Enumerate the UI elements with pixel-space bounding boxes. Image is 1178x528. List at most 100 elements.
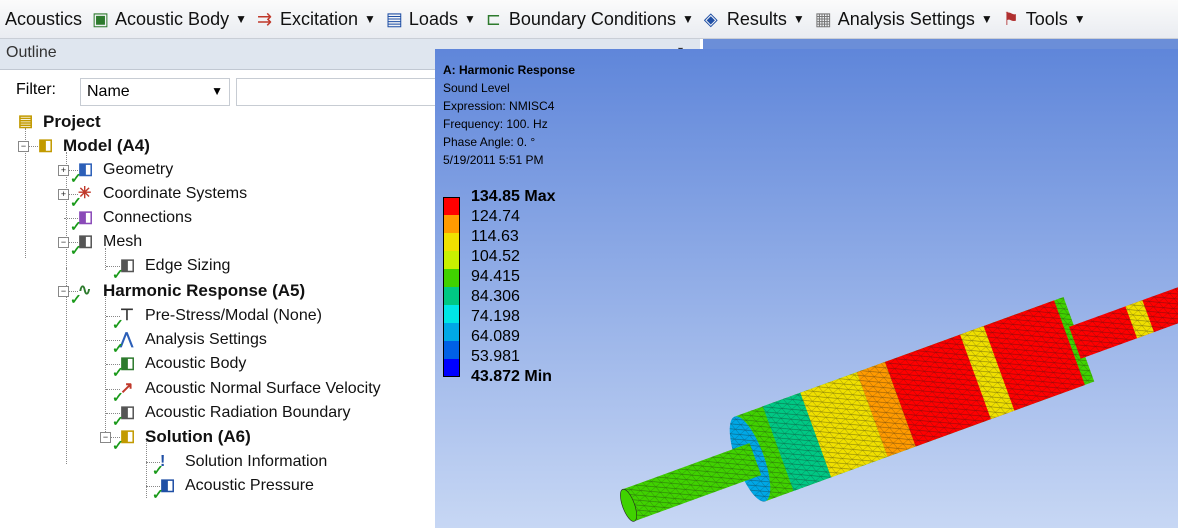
toolbar-analysis-settings-button[interactable]: ▦ Analysis Settings ▼ <box>810 4 998 34</box>
toolbar-label: Results <box>726 8 787 29</box>
tree-node[interactable]: ◧ ✓ Acoustic Body <box>112 352 247 380</box>
solution-information-icon: ! ✓ <box>152 453 166 478</box>
toolbar-boundary-conditions-button[interactable]: ⊏ Boundary Conditions ▼ <box>481 4 699 34</box>
tree-node[interactable]: ◧ ✓ Acoustic Radiation Boundary <box>112 401 351 429</box>
results-icon: ◈ <box>703 9 718 29</box>
filter-select[interactable]: Name ▼ <box>80 78 230 106</box>
toolbar-label: Excitation <box>279 8 359 29</box>
chevron-down-icon: ▼ <box>463 12 476 26</box>
acoustic-mesh-model[interactable] <box>435 49 1178 528</box>
tree-node-label: Solution (A6) <box>145 427 251 446</box>
tree-node[interactable]: ▤ Project <box>18 110 101 134</box>
toolbar-label: Analysis Settings <box>837 8 975 29</box>
filter-row: Filter: Name ▼ <box>8 75 442 109</box>
harmonic-response-icon: ∿ ✓ <box>70 282 92 307</box>
check-icon: ✓ <box>70 291 82 307</box>
tree-node[interactable]: ∿ ✓ Harmonic Response (A5) <box>70 279 306 307</box>
tree-node-label: Model (A4) <box>63 136 150 155</box>
filter-search-input[interactable] <box>236 78 442 106</box>
toolbar-label: Boundary Conditions <box>508 8 676 29</box>
tree-node[interactable]: ⊤ ✓ Pre-Stress/Modal (None) <box>112 304 322 332</box>
tree-node[interactable]: ◧ ✓ Acoustic Pressure <box>152 474 314 502</box>
analysis-settings-icon: ▦ <box>814 9 832 29</box>
toolbar: Acoustics ▣ Acoustic Body ▼ ⇉ Excitation ▼ ▤ Loa… <box>0 0 1178 39</box>
radiation-boundary-icon: ◧ ✓ <box>112 404 136 429</box>
tree-node-label: Pre-Stress/Modal (None) <box>145 307 322 324</box>
surface-velocity-icon: ↗ ✓ <box>112 380 134 405</box>
chevron-down-icon: ▼ <box>792 12 805 26</box>
model-icon: ◧ <box>38 137 54 154</box>
mesh-icon: ◧ ✓ <box>70 233 94 258</box>
boundary-conditions-icon: ⊏ <box>485 9 501 29</box>
tree-node[interactable]: ! ✓ Solution Information <box>152 450 328 478</box>
tree-node-label: Edge Sizing <box>145 257 231 274</box>
excitation-icon: ⇉ <box>256 9 273 29</box>
toolbar-tools-button[interactable]: ⚑ Tools ▼ <box>998 4 1091 34</box>
filter-select-value: Name <box>87 83 130 100</box>
chevron-down-icon: ▼ <box>980 12 993 26</box>
project-icon: ▤ <box>18 113 34 130</box>
tree-node[interactable]: ◧ Model (A4) <box>38 134 150 158</box>
collapse-icon[interactable]: − <box>58 237 69 248</box>
filter-label: Filter: <box>16 81 56 98</box>
tree-node-label: Mesh <box>103 233 143 250</box>
toolbar-label: Tools <box>1025 8 1068 29</box>
tree-connector <box>66 268 67 464</box>
toolbar-label: Acoustic Body <box>115 8 230 29</box>
acoustic-pressure-icon: ◧ ✓ <box>152 477 176 502</box>
chevron-down-icon: ▼ <box>681 12 694 26</box>
tree-node[interactable]: ◧ ✓ Solution (A6) <box>112 425 251 453</box>
chevron-down-icon: ▼ <box>235 12 247 26</box>
toolbar-label: Acoustics <box>5 8 83 29</box>
acoustic-body-tree-icon: ◧ ✓ <box>112 355 136 380</box>
acoustic-body-icon: ▣ <box>92 9 110 29</box>
toolbar-excitation-button[interactable]: ⇉ Excitation ▼ <box>252 4 381 34</box>
toolbar-acoustics-button[interactable]: Acoustics <box>0 4 87 34</box>
chevron-down-icon: ▼ <box>1073 12 1086 26</box>
tree-node[interactable]: ◧ ✓ Edge Sizing <box>112 254 231 282</box>
graphics-viewport[interactable]: A: Harmonic Response Sound Level Express… <box>435 49 1178 528</box>
chevron-down-icon: ▼ <box>364 12 376 26</box>
tree-node[interactable]: ✳ ✓ Coordinate Systems <box>70 182 248 210</box>
tree-node[interactable]: ⋀ ✓ Analysis Settings <box>112 328 267 356</box>
tree-node[interactable]: ◧ ✓ Mesh <box>70 230 143 258</box>
tree-node-label: Project <box>43 112 101 131</box>
pre-stress-icon: ⊤ ✓ <box>112 307 134 332</box>
tools-icon: ⚑ <box>1002 9 1019 29</box>
analysis-settings-tree-icon: ⋀ ✓ <box>112 331 134 356</box>
tree-connector <box>105 292 106 442</box>
check-icon: ✓ <box>112 437 124 453</box>
check-icon: ✓ <box>152 486 164 502</box>
toolbar-acoustic-body-button[interactable]: ▣ Acoustic Body ▼ <box>87 4 252 34</box>
geometry-icon: ◧ ✓ <box>70 161 94 186</box>
collapse-icon[interactable]: − <box>58 286 69 297</box>
tree-node-label: Connections <box>103 209 192 226</box>
chevron-down-icon: ▼ <box>211 84 223 98</box>
toolbar-results-button[interactable]: ◈ Results ▼ <box>699 4 810 34</box>
tree-node-label: Solution Information <box>185 453 328 470</box>
tree-node[interactable]: ◧ ✓ Geometry <box>70 158 174 186</box>
tree-node-label: Acoustic Radiation Boundary <box>145 404 351 421</box>
expand-icon[interactable]: + <box>58 165 69 176</box>
toolbar-label: Loads <box>408 8 458 29</box>
tree-node-label: Geometry <box>103 161 174 178</box>
collapse-icon[interactable]: − <box>18 141 29 152</box>
tree-node-label: Coordinate Systems <box>103 185 248 202</box>
tree-node-label: Acoustic Normal Surface Velocity <box>145 380 381 397</box>
loads-icon: ▤ <box>385 9 403 29</box>
outline-title: Outline <box>6 44 57 61</box>
tree-node[interactable]: ↗ ✓ Acoustic Normal Surface Velocity <box>112 377 381 405</box>
right-panel-strip <box>703 39 1178 49</box>
expand-icon[interactable]: + <box>58 189 69 200</box>
tree-node[interactable]: ◧ ✓ Connections <box>70 206 192 234</box>
solution-icon: ◧ ✓ <box>112 428 136 453</box>
mesh-body <box>620 275 1178 522</box>
tree-node-label: Harmonic Response (A5) <box>103 281 306 300</box>
outline-tree: ▤ Project − ◧ Model (A4) + ◧ ✓ Geometry + ✳ ✓ Coordi… <box>0 108 440 528</box>
toolbar-loads-button[interactable]: ▤ Loads ▼ <box>381 4 481 34</box>
coordinate-systems-icon: ✳ ✓ <box>70 185 92 210</box>
tree-node-label: Acoustic Body <box>145 355 247 372</box>
collapse-icon[interactable]: − <box>100 432 111 443</box>
connections-icon: ◧ ✓ <box>70 209 94 234</box>
edge-sizing-icon: ◧ ✓ <box>112 257 136 282</box>
